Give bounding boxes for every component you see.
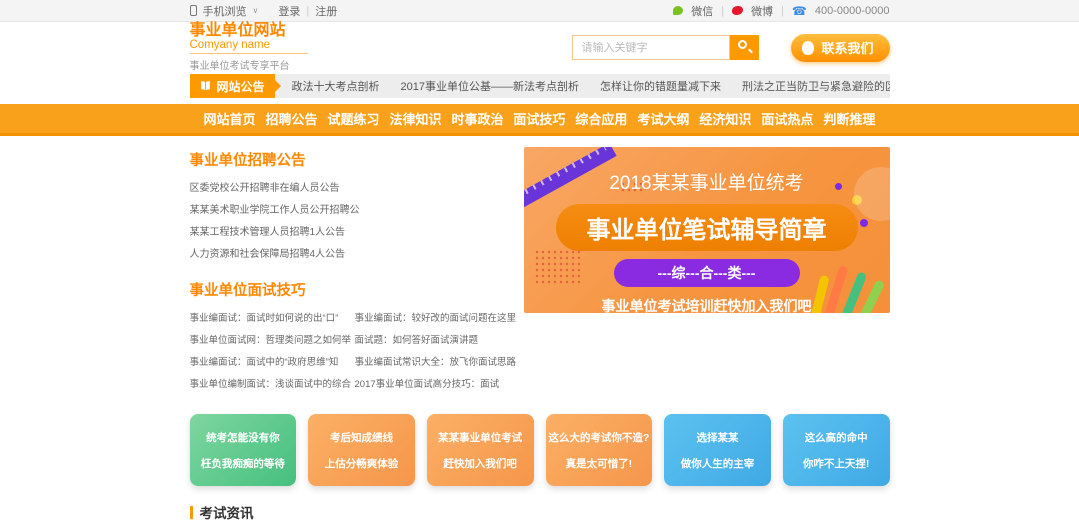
search-input[interactable] — [572, 35, 730, 60]
promo-card[interactable]: 统考怎能没有你 枉负我痴痴的等待 — [190, 414, 297, 486]
phone-icon: ☎ — [792, 5, 807, 17]
register-link[interactable]: 注册 — [315, 3, 337, 19]
card-line: 这么大的考试你不造? — [548, 430, 649, 445]
book-icon — [199, 80, 212, 92]
nav-item-politics[interactable]: 时事政治 — [451, 109, 503, 128]
banner-main-title: 事业单位笔试辅导简章 — [556, 204, 858, 251]
recruit-list-item[interactable]: 某某工程技术管理人员招聘1人公告 — [190, 222, 514, 244]
section-accent-bar — [190, 506, 193, 519]
card-line: 选择某某 — [697, 430, 739, 445]
card-line: 做你人生的主宰 — [681, 456, 755, 471]
recruit-list-item[interactable]: 人力资源和社会保障局招聘4人公告 — [190, 244, 514, 266]
card-line: 赶快加入我们吧 — [443, 456, 517, 471]
main-nav: 网站首页 招聘公告 试题练习 法律知识 时事政治 面试技巧 综合应用 考试大纲 … — [0, 104, 1079, 136]
interview-list-item[interactable]: 事业编面试：面试时如何说的出“口” — [190, 308, 353, 330]
recruit-section-title: 事业单位招聘公告 — [190, 149, 514, 170]
search-icon — [738, 40, 747, 49]
announcement-ticker: 网站公告 政法十大考点剖析 2017事业单位公基——新法考点剖析 怎样让你的错题… — [190, 74, 890, 98]
card-line: 枉负我痴痴的等待 — [201, 456, 285, 471]
announcement-label[interactable]: 网站公告 — [190, 74, 275, 98]
contact-us-label: 联系我们 — [821, 38, 873, 57]
nav-item-reasoning[interactable]: 判断推理 — [823, 109, 875, 128]
interview-list-item[interactable]: 事业编面试：较好改的面试问题在这里 — [355, 308, 518, 330]
mobile-browse-link[interactable]: 手机浏览 — [203, 3, 247, 19]
logo-subtitle: Comyany name — [190, 39, 308, 54]
hotline-number: 400-0000-0000 — [815, 5, 890, 17]
interview-section-title: 事业单位面试技巧 — [190, 279, 514, 300]
interview-list-item[interactable]: 面试题：如何答好面试演讲题 — [355, 330, 518, 352]
card-line: 考后知成绩线 — [330, 430, 393, 445]
nav-item-law[interactable]: 法律知识 — [389, 109, 441, 128]
qq-icon — [802, 41, 814, 55]
divider: | — [721, 5, 724, 17]
promo-card-row: 统考怎能没有你 枉负我痴痴的等待 考后知成绩线 上估分畅爽体验 某某事业单位考试… — [190, 414, 890, 486]
logo-slogan: 事业单位考试专享平台 — [190, 57, 340, 72]
announcement-link[interactable]: 2017事业单位公基——新法考点剖析 — [401, 78, 579, 94]
promo-card[interactable]: 考后知成绩线 上估分畅爽体验 — [308, 414, 415, 486]
nav-item-home[interactable]: 网站首页 — [204, 109, 256, 128]
interview-list-item[interactable]: 事业编面试常识大全：放飞你面试思路 — [355, 352, 518, 374]
nav-item-interview-skills[interactable]: 面试技巧 — [513, 109, 565, 128]
search-bar — [572, 35, 759, 60]
promo-card[interactable]: 选择某某 做你人生的主宰 — [664, 414, 771, 486]
card-line: 某某事业单位考试 — [438, 430, 522, 445]
hero-banner[interactable]: 2018某某事业单位统考 事业单位笔试辅导简章 ---综---合---类--- … — [524, 147, 890, 313]
nav-item-recruit-notices[interactable]: 招聘公告 — [265, 109, 317, 128]
interview-list-item[interactable]: 事业单位面试网：哲理类问题之如何举 — [190, 330, 353, 352]
exam-news-section: 考试资讯 法律知识 时事政治 面试技巧 试题练习 招聘公告 综合应用 行政强制与… — [190, 502, 890, 521]
nav-item-syllabus[interactable]: 考试大纲 — [637, 109, 689, 128]
dot-decoration — [860, 219, 868, 227]
card-line: 上估分畅爽体验 — [325, 456, 399, 471]
divider: | — [306, 5, 309, 17]
wechat-link[interactable]: 微信 — [691, 3, 713, 19]
promo-card[interactable]: 这么大的考试你不造? 真是太可惜了! — [546, 414, 653, 486]
nav-item-economics[interactable]: 经济知识 — [699, 109, 751, 128]
promo-card[interactable]: 某某事业单位考试 赶快加入我们吧 — [427, 414, 534, 486]
banner-headline: 2018某某事业单位统考 — [524, 168, 890, 195]
logo-title: 事业单位网站 — [190, 23, 340, 40]
left-column: 事业单位招聘公告 区委党校公开招聘非在编人员公告 某某美术职业学院工作人员公开招… — [190, 147, 514, 396]
nav-item-interview-hot[interactable]: 面试热点 — [761, 109, 813, 128]
recruit-list-item[interactable]: 区委党校公开招聘非在编人员公告 — [190, 178, 514, 200]
section-title: 考试资讯 — [200, 502, 254, 521]
weibo-icon — [732, 6, 743, 15]
announcement-link[interactable]: 刑法之正当防卫与紧急避险的区别 — [742, 78, 890, 94]
banner-category-pill: ---综---合---类--- — [614, 259, 800, 287]
chevron-down-icon: ∨ — [253, 6, 259, 15]
recruit-list-item[interactable]: 某某美术职业学院工作人员公开招聘公 — [190, 200, 514, 222]
wechat-icon — [673, 6, 683, 15]
mobile-phone-icon — [190, 5, 197, 16]
dots-decoration — [534, 249, 580, 285]
site-logo[interactable]: 事业单位网站 Comyany name 事业单位考试专享平台 — [190, 23, 340, 73]
divider: | — [781, 5, 784, 17]
search-button[interactable] — [730, 35, 759, 60]
weibo-link[interactable]: 微博 — [751, 3, 773, 19]
card-line: 这么高的命中 — [805, 430, 868, 445]
contact-us-button[interactable]: 联系我们 — [791, 34, 889, 62]
announcement-link[interactable]: 怎样让你的错题量减下来 — [600, 78, 721, 94]
card-line: 统考怎能没有你 — [206, 430, 280, 445]
announcement-label-text: 网站公告 — [217, 78, 265, 95]
card-line: 你咋不上天捏! — [803, 456, 870, 471]
nav-item-comprehensive[interactable]: 综合应用 — [575, 109, 627, 128]
site-header: 事业单位网站 Comyany name 事业单位考试专享平台 联系我们 — [0, 22, 1079, 72]
top-utility-bar: 手机浏览 ∨ 登录 | 注册 微信 | 微博 | ☎ 400-0000-0000 — [0, 0, 1079, 22]
interview-list-item[interactable]: 2017事业单位面试高分技巧：面试 — [355, 374, 518, 396]
login-link[interactable]: 登录 — [278, 3, 300, 19]
interview-list-item[interactable]: 事业单位编制面试：浅谈面试中的综合 — [190, 374, 353, 396]
card-line: 真是太可惜了! — [566, 456, 633, 471]
promo-card[interactable]: 这么高的命中 你咋不上天捏! — [783, 414, 890, 486]
interview-list-item[interactable]: 事业编面试：面试中的“政府思维”知 — [190, 352, 353, 374]
nav-item-practice[interactable]: 试题练习 — [327, 109, 379, 128]
announcement-link[interactable]: 政法十大考点剖析 — [292, 78, 380, 94]
